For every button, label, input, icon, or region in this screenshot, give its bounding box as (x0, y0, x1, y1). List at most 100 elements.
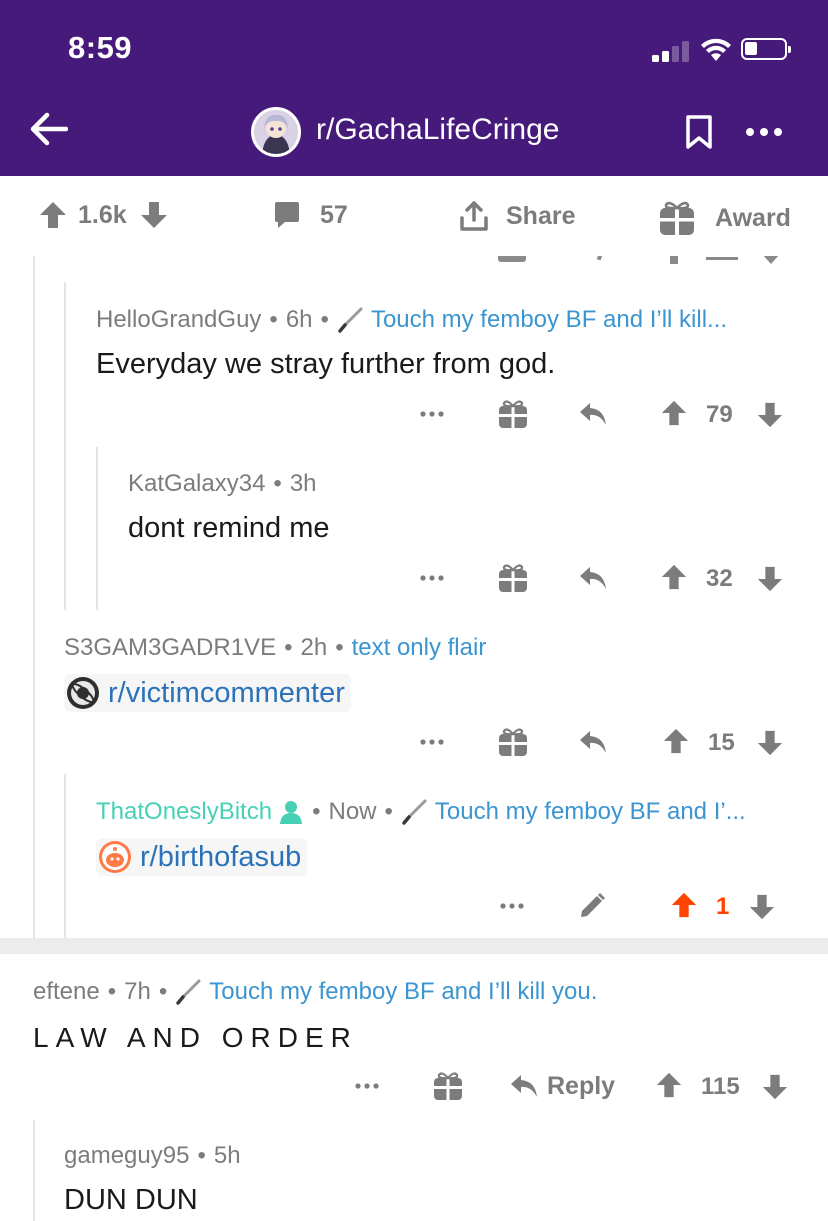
thread-line[interactable] (64, 282, 66, 610)
reply-icon[interactable] (578, 729, 608, 757)
upvote-icon[interactable] (655, 1071, 683, 1099)
downvote-icon[interactable] (756, 401, 784, 429)
comment-author[interactable]: eftene (33, 978, 100, 1006)
comment-author[interactable]: KatGalaxy34 (128, 470, 265, 498)
share-icon (460, 201, 488, 231)
post-score: 1.6k (78, 200, 127, 229)
comment-time: 3h (289, 470, 317, 497)
subreddit-link-text[interactable]: r/victimcommenter (108, 677, 345, 710)
comment-author[interactable]: S3GAM3GADR1VE (64, 634, 276, 662)
comment-count: 57 (320, 200, 348, 229)
comment-meta: gameguy95 • 5h (64, 1142, 241, 1170)
user-flair: Touch my femboy BF and I’ll kill... (370, 306, 728, 333)
reply-icon (511, 1074, 537, 1097)
upvote-icon[interactable] (660, 563, 688, 591)
subreddit-link[interactable]: r/victimcommenter (64, 674, 351, 712)
battery-icon (741, 38, 791, 60)
thread-separator (0, 938, 828, 954)
comment-meta: ThatOneslyBitch • Now • Touch my femboy … (96, 798, 746, 826)
comment-time: 2h (300, 634, 328, 661)
thread-line[interactable] (33, 1120, 35, 1221)
comment-author[interactable]: HelloGrandGuy (96, 306, 261, 334)
more-options-icon[interactable] (355, 1083, 379, 1089)
comments-button[interactable]: 57 (272, 200, 348, 230)
comment-actions: Reply 115 (345, 1067, 795, 1107)
comment-score: 15 (708, 729, 735, 756)
op-user-icon (280, 801, 303, 824)
upvote-icon[interactable] (670, 891, 698, 919)
knife-icon (402, 799, 427, 825)
user-flair: Touch my femboy BF and I’ll kill you. (209, 978, 598, 1005)
knife-icon (338, 307, 363, 333)
post-action-bar: 1.6k 57 Share Award (0, 176, 828, 256)
bookmark-icon[interactable] (685, 114, 713, 150)
upvote-icon[interactable] (660, 399, 688, 427)
edit-pencil-icon[interactable] (578, 892, 606, 920)
back-arrow-icon[interactable] (30, 112, 68, 146)
more-options-icon[interactable] (500, 903, 524, 909)
downvote-icon[interactable] (761, 1073, 789, 1101)
downvote-icon[interactable] (756, 729, 784, 757)
upvote-icon[interactable] (38, 200, 68, 230)
thread-line[interactable] (96, 447, 98, 610)
gift-icon[interactable] (433, 1071, 463, 1101)
reply-icon[interactable] (578, 565, 608, 593)
more-options-icon[interactable] (745, 126, 783, 138)
comment-time: 7h (124, 978, 151, 1005)
thread-line[interactable] (33, 256, 35, 938)
reply-button[interactable]: Reply (509, 1072, 615, 1101)
subreddit-avatar[interactable] (251, 107, 301, 157)
comment-actions: 32 (410, 559, 790, 599)
comment-actions: 15 (410, 723, 790, 763)
comment-actions: 79 (410, 395, 790, 435)
upvote-icon[interactable] (662, 727, 690, 755)
app-header: 8:59 r/GachaLifeCringe (0, 0, 828, 176)
comment-time: 6h (285, 306, 313, 333)
award-label: Award (715, 203, 791, 232)
subreddit-title[interactable]: r/GachaLifeCringe (316, 113, 559, 147)
more-options-icon[interactable] (420, 575, 444, 581)
subreddit-link-text[interactable]: r/birthofasub (140, 841, 301, 874)
comment-body: Everyday we stray further from god. (96, 348, 556, 380)
gift-icon[interactable] (498, 727, 528, 757)
user-flair: text only flair (351, 634, 487, 661)
comment-meta: KatGalaxy34 • 3h (128, 470, 317, 498)
thread-line[interactable] (64, 774, 66, 938)
gift-icon[interactable] (498, 563, 528, 593)
gift-icon (660, 201, 694, 236)
comment-body: dont remind me (128, 512, 330, 544)
subreddit-link[interactable]: r/birthofasub (96, 838, 308, 876)
share-label: Share (506, 201, 576, 230)
more-options-icon[interactable] (420, 411, 444, 417)
clipped-previous-actions (0, 256, 828, 268)
more-options-icon[interactable] (420, 739, 444, 745)
reply-label: Reply (547, 1072, 616, 1100)
comment-score: 32 (706, 565, 733, 592)
comment-time: Now (328, 798, 377, 825)
cellular-signal-icon (652, 40, 692, 62)
award-button[interactable]: Award (659, 200, 791, 236)
gift-icon[interactable] (498, 399, 528, 429)
wifi-icon (701, 38, 731, 61)
downvote-icon[interactable] (139, 200, 169, 230)
planet-icon (67, 677, 99, 709)
user-flair: Touch my femboy BF and I’... (434, 798, 746, 825)
comment-meta: eftene • 7h • Touch my femboy BF and I’l… (33, 978, 598, 1006)
comment-time: 5h (213, 1142, 241, 1169)
reply-icon[interactable] (578, 401, 608, 429)
comment-author[interactable]: ThatOneslyBitch (96, 798, 272, 826)
comment-meta: S3GAM3GADR1VE • 2h • text only flair (64, 634, 487, 662)
comment-score: 1 (716, 893, 730, 920)
comment-actions: 1 (490, 887, 790, 927)
comment-meta: HelloGrandGuy • 6h • Touch my femboy BF … (96, 306, 728, 334)
status-time: 8:59 (68, 30, 133, 65)
comment-author[interactable]: gameguy95 (64, 1142, 189, 1170)
snoo-icon (99, 841, 131, 873)
comment-body: DUN DUN (64, 1184, 198, 1216)
comment-score: 79 (706, 401, 733, 428)
downvote-icon[interactable] (748, 893, 776, 921)
downvote-icon[interactable] (756, 565, 784, 593)
post-vote-group: 1.6k (38, 200, 169, 230)
knife-icon (176, 979, 201, 1005)
share-button[interactable]: Share (458, 200, 575, 232)
